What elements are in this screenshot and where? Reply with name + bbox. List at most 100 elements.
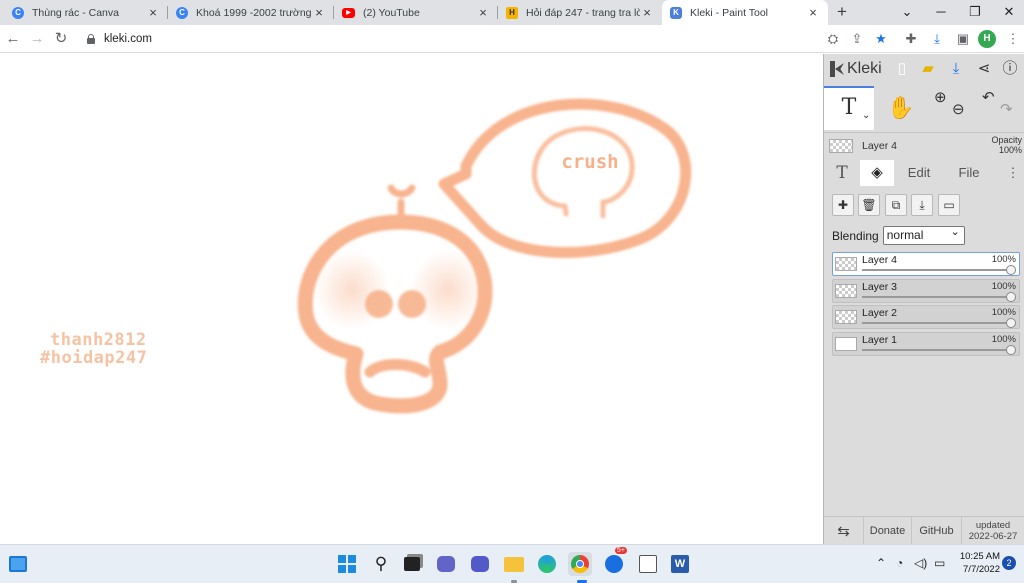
- tab-layers[interactable]: ◈: [860, 160, 894, 186]
- layer-row-3[interactable]: Layer 3 100%: [832, 278, 1020, 303]
- menu-kebab-icon[interactable]: ⋮: [1002, 28, 1024, 50]
- redo-icon[interactable]: ↷: [1000, 88, 1013, 132]
- side-panel-icon[interactable]: ▣: [952, 28, 974, 50]
- kleki-logo[interactable]: Kleki: [830, 60, 882, 78]
- chrome-icon[interactable]: [568, 552, 592, 576]
- tab-canva-trash[interactable]: C Thùng rác - Canva ×: [4, 0, 168, 25]
- minimize-button[interactable]: ─: [924, 0, 958, 25]
- github-link[interactable]: GitHub: [912, 516, 962, 545]
- slider-handle[interactable]: [1006, 291, 1016, 302]
- canvas-drawing: crush: [297, 98, 692, 414]
- clock-date: 7/7/2022: [963, 564, 1000, 575]
- close-tab-icon[interactable]: ×: [146, 5, 160, 20]
- layer-opacity-slider[interactable]: [862, 348, 1013, 351]
- opacity-value: 100%: [998, 145, 1022, 155]
- tab-edit[interactable]: Edit: [896, 160, 942, 186]
- add-layer-button[interactable]: ✚: [832, 194, 854, 216]
- volume-icon[interactable]: ◁): [914, 556, 927, 570]
- layer-opacity-slider[interactable]: [862, 295, 1013, 298]
- forward-button[interactable]: →: [26, 28, 48, 50]
- slider-handle[interactable]: [1006, 265, 1016, 275]
- swap-side-icon[interactable]: ⇆: [824, 516, 864, 545]
- extensions-icon[interactable]: ✚: [900, 28, 922, 50]
- more-menu-icon[interactable]: ⋮: [1004, 160, 1022, 186]
- zoom-out-icon[interactable]: ⊖: [952, 88, 965, 132]
- task-view-icon[interactable]: [400, 552, 424, 576]
- blending-select[interactable]: normal: [882, 224, 965, 245]
- hand-tool-button[interactable]: ✋: [876, 86, 926, 130]
- layer-thumbnail: [835, 310, 857, 324]
- download-icon[interactable]: ⤓: [926, 28, 948, 50]
- slider-handle[interactable]: [1006, 318, 1016, 328]
- undo-redo-buttons[interactable]: ↶ ↷: [976, 86, 1022, 130]
- edge-icon[interactable]: [535, 552, 559, 576]
- delete-layer-button[interactable]: 🗑: [858, 194, 880, 216]
- drawing-canvas[interactable]: crush thanh2812 #hoidap247: [0, 54, 823, 544]
- layer-thumbnail: [835, 336, 857, 351]
- zalo-icon[interactable]: 5+: [602, 547, 627, 576]
- donate-link[interactable]: Donate: [864, 516, 912, 545]
- close-tab-icon[interactable]: ×: [640, 5, 654, 20]
- url-text: kleki.com: [104, 33, 152, 45]
- layer-opacity: 100%: [991, 280, 1016, 292]
- text-tool-button[interactable]: T ⌄: [824, 86, 874, 130]
- notification-count-badge[interactable]: 2: [1002, 556, 1016, 570]
- tab-kleki[interactable]: K Kleki - Paint Tool ×: [662, 0, 828, 25]
- close-window-button[interactable]: ✕: [992, 0, 1024, 25]
- layer-row-4[interactable]: Layer 4 100%: [832, 252, 1020, 276]
- tab-youtube[interactable]: ▶ (2) YouTube ×: [334, 0, 498, 25]
- file-explorer-icon[interactable]: [502, 552, 526, 576]
- merge-down-button[interactable]: ⤓: [911, 194, 933, 216]
- kleki-icon: K: [670, 6, 682, 19]
- notification-badge: 5+: [615, 547, 627, 554]
- help-icon[interactable]: ⓘ: [1000, 59, 1020, 79]
- restore-button[interactable]: ❐: [958, 0, 992, 25]
- new-tab-button[interactable]: +: [832, 2, 852, 22]
- updated-date: 2022-06-27: [968, 530, 1018, 542]
- close-tab-icon[interactable]: ×: [806, 5, 820, 20]
- share-icon[interactable]: ⇪: [846, 28, 868, 50]
- teams-video-icon[interactable]: [468, 552, 492, 576]
- calendar-app-icon[interactable]: [636, 552, 660, 576]
- save-download-icon[interactable]: ⤓: [946, 59, 966, 79]
- tab-strip: C Thùng rác - Canva × C Khoá 1999 -2002 …: [0, 0, 1024, 25]
- wifi-icon[interactable]: ◔: [896, 556, 903, 570]
- duplicate-layer-button[interactable]: ⧉: [885, 194, 907, 216]
- search-icon[interactable]: ⚲: [369, 552, 393, 576]
- translate-icon[interactable]: ⛭: [822, 28, 844, 50]
- layer-opacity-slider[interactable]: [862, 322, 1013, 324]
- start-windows-icon[interactable]: [335, 552, 359, 576]
- current-layer-name: Layer 4: [862, 140, 898, 152]
- close-tab-icon[interactable]: ×: [476, 5, 490, 20]
- address-bar[interactable]: kleki.com: [80, 28, 800, 50]
- current-layer-header: Layer 4 Opacity 100%: [824, 132, 1024, 160]
- close-tab-icon[interactable]: ×: [312, 5, 326, 20]
- system-clock[interactable]: 10:25 AM 7/7/2022: [950, 550, 1000, 576]
- undo-icon[interactable]: ↶: [982, 76, 995, 120]
- slider-handle[interactable]: [1006, 344, 1016, 355]
- rename-layer-button[interactable]: ▭: [938, 194, 960, 216]
- tab-file[interactable]: File: [944, 160, 994, 186]
- back-button[interactable]: ←: [2, 28, 24, 50]
- zoom-buttons[interactable]: ⊕ ⊖: [928, 86, 972, 130]
- layer-row-2[interactable]: Layer 2 100%: [832, 305, 1020, 329]
- new-image-icon[interactable]: ▯: [892, 59, 912, 79]
- profile-avatar[interactable]: H: [978, 30, 996, 48]
- speech-text: crush: [561, 151, 618, 173]
- chat-icon[interactable]: [434, 552, 458, 576]
- tab-search-icon[interactable]: ⌄: [890, 0, 924, 25]
- opacity-label: Opacity: [991, 135, 1022, 145]
- tab-text-tool[interactable]: T: [824, 160, 860, 186]
- tab-canva-class[interactable]: C Khoá 1999 -2002 trường THP ×: [168, 0, 334, 25]
- tab-hoidap247[interactable]: H Hỏi đáp 247 - trang tra lời ×: [498, 0, 662, 25]
- zoom-in-icon[interactable]: ⊕: [934, 76, 947, 120]
- left-blush: [314, 250, 390, 330]
- widgets-icon[interactable]: [6, 552, 30, 576]
- show-hidden-icons-icon[interactable]: ⌃: [876, 556, 886, 570]
- word-icon[interactable]: W: [668, 552, 692, 576]
- layer-opacity-slider[interactable]: [862, 269, 1013, 271]
- reload-button[interactable]: ↻: [50, 28, 72, 50]
- bookmark-star-icon[interactable]: ★: [870, 28, 892, 50]
- battery-icon[interactable]: ▭: [934, 556, 945, 570]
- layer-row-1[interactable]: Layer 1 100%: [832, 331, 1020, 356]
